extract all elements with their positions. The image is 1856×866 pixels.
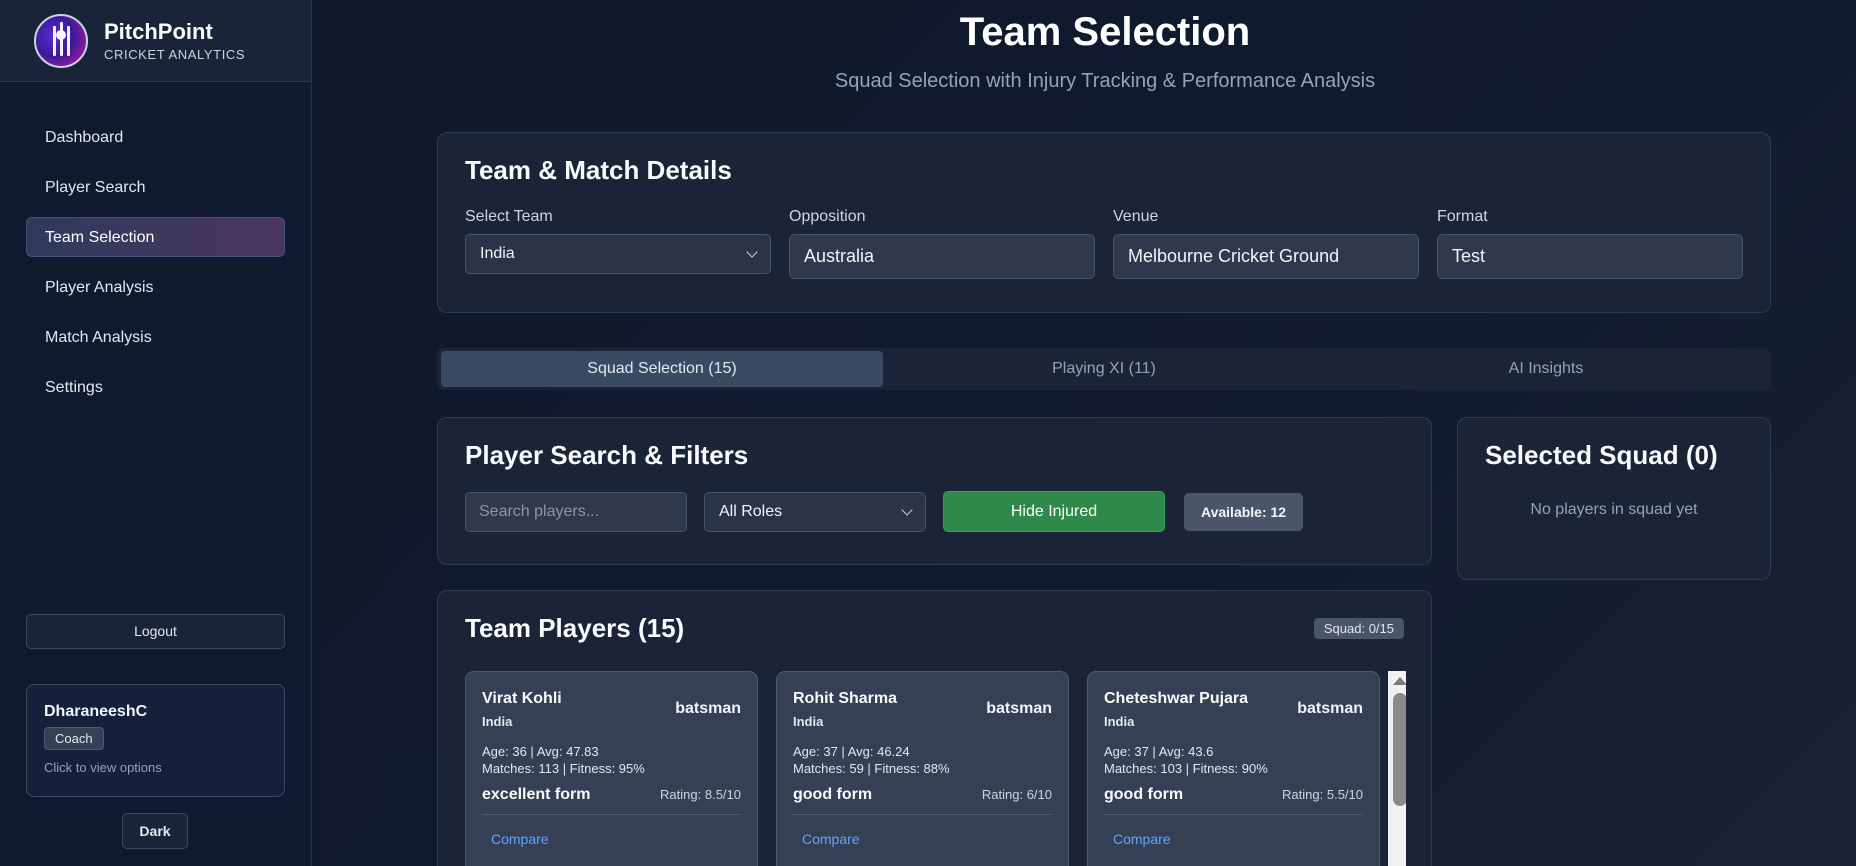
format-input[interactable]: Test bbox=[1437, 234, 1743, 279]
venue-field: Venue Melbourne Cricket Ground bbox=[1113, 208, 1419, 279]
player-form: good form bbox=[793, 786, 873, 803]
format-field: Format Test bbox=[1437, 208, 1743, 279]
cricket-stumps-logo-icon bbox=[34, 13, 88, 68]
sidebar-item-player-search[interactable]: Player Search bbox=[26, 167, 285, 207]
player-team: India bbox=[1104, 714, 1135, 729]
squad-count-badge: Squad: 0/15 bbox=[1313, 618, 1404, 639]
player-stats-age-avg: Age: 36 | Avg: 47.83 bbox=[482, 744, 599, 759]
sidebar-item-dashboard[interactable]: Dashboard bbox=[26, 117, 285, 157]
player-team: India bbox=[793, 714, 824, 729]
user-card[interactable]: DharaneeshC Coach Click to view options bbox=[26, 684, 285, 797]
available-badge: Available: 12 bbox=[1184, 492, 1304, 531]
main-content: Team Selection Squad Selection with Inju… bbox=[313, 0, 1856, 866]
player-stats-age-avg: Age: 37 | Avg: 43.6 bbox=[1104, 744, 1214, 759]
sidebar-nav: Dashboard Player Search Team Selection P… bbox=[26, 117, 285, 417]
team-select[interactable]: India bbox=[465, 234, 771, 274]
compare-link[interactable]: Compare bbox=[482, 831, 741, 847]
role-select-value: All Roles bbox=[719, 502, 783, 520]
player-filters-card: Player Search & Filters All Roles Hide I… bbox=[437, 417, 1432, 565]
player-card[interactable]: Cheteshwar Pujara India batsman Age: 37 … bbox=[1087, 671, 1380, 866]
player-team: India bbox=[482, 714, 513, 729]
player-grid-scrollbar[interactable] bbox=[1388, 671, 1406, 866]
player-role: batsman bbox=[675, 700, 741, 717]
team-select-value: India bbox=[480, 245, 515, 262]
venue-input[interactable]: Melbourne Cricket Ground bbox=[1113, 234, 1419, 279]
role-badge: Coach bbox=[44, 727, 104, 750]
player-stats-age-avg: Age: 37 | Avg: 46.24 bbox=[793, 744, 910, 759]
brand-header[interactable]: PitchPoint CRICKET ANALYTICS bbox=[0, 0, 311, 82]
tab-squad-selection[interactable]: Squad Selection (15) bbox=[441, 351, 883, 387]
selected-squad-card: Selected Squad (0) No players in squad y… bbox=[1457, 417, 1771, 580]
search-input[interactable] bbox=[465, 491, 687, 532]
squad-title: Selected Squad (0) bbox=[1485, 440, 1718, 470]
page-title: Team Selection bbox=[959, 10, 1251, 54]
player-grid: Virat Kohli India batsman Age: 36 | Avg:… bbox=[465, 671, 1406, 866]
role-select[interactable]: All Roles bbox=[704, 491, 926, 532]
player-name: Virat Kohli bbox=[482, 690, 562, 707]
player-rating: Rating: 5.5/10 bbox=[1282, 787, 1363, 802]
user-hint: Click to view options bbox=[44, 760, 162, 775]
venue-label: Venue bbox=[1113, 208, 1159, 225]
player-rating: Rating: 6/10 bbox=[981, 787, 1052, 802]
team-match-details-card: Team & Match Details Select Team India O… bbox=[437, 132, 1771, 313]
player-name: Cheteshwar Pujara bbox=[1104, 690, 1249, 707]
sidebar-item-player-analysis[interactable]: Player Analysis bbox=[26, 267, 285, 307]
player-rating: Rating: 8.5/10 bbox=[660, 787, 741, 802]
opposition-label: Opposition bbox=[789, 208, 866, 225]
scroll-thumb[interactable] bbox=[1393, 693, 1406, 806]
player-card[interactable]: Rohit Sharma India batsman Age: 37 | Avg… bbox=[776, 671, 1069, 866]
players-title: Team Players (15) bbox=[465, 613, 685, 643]
team-field: Select Team India bbox=[465, 208, 771, 279]
player-stats-matches-fitness: Matches: 113 | Fitness: 95% bbox=[482, 761, 645, 776]
scroll-up-arrow-icon[interactable] bbox=[1393, 677, 1406, 685]
player-form: good form bbox=[1104, 786, 1184, 803]
brand-subtitle: CRICKET ANALYTICS bbox=[104, 47, 246, 62]
sidebar-item-match-analysis[interactable]: Match Analysis bbox=[26, 317, 285, 357]
filters-title: Player Search & Filters bbox=[465, 440, 749, 470]
page-subtitle: Squad Selection with Injury Tracking & P… bbox=[834, 70, 1376, 92]
opposition-input[interactable]: Australia bbox=[789, 234, 1095, 279]
compare-link[interactable]: Compare bbox=[1104, 831, 1363, 847]
format-label: Format bbox=[1437, 208, 1488, 225]
hide-injured-button[interactable]: Hide Injured bbox=[943, 491, 1165, 532]
compare-link[interactable]: Compare bbox=[793, 831, 1052, 847]
tab-playing-xi[interactable]: Playing XI (11) bbox=[883, 351, 1325, 387]
sidebar-item-team-selection[interactable]: Team Selection bbox=[26, 217, 285, 257]
player-stats-matches-fitness: Matches: 59 | Fitness: 88% bbox=[793, 761, 950, 776]
player-form: excellent form bbox=[482, 786, 591, 803]
details-title: Team & Match Details bbox=[465, 155, 732, 185]
player-card[interactable]: Virat Kohli India batsman Age: 36 | Avg:… bbox=[465, 671, 758, 866]
squad-empty-message: No players in squad yet bbox=[1530, 501, 1698, 518]
player-stats-matches-fitness: Matches: 103 | Fitness: 90% bbox=[1104, 761, 1268, 776]
sidebar-item-settings[interactable]: Settings bbox=[26, 367, 285, 407]
tab-ai-insights[interactable]: AI Insights bbox=[1325, 351, 1767, 387]
player-name: Rohit Sharma bbox=[793, 690, 898, 707]
player-role: batsman bbox=[1297, 700, 1363, 717]
user-name: DharaneeshC bbox=[44, 703, 148, 720]
brand-name: PitchPoint bbox=[104, 19, 213, 44]
selection-tabs: Squad Selection (15) Playing XI (11) AI … bbox=[437, 348, 1771, 390]
player-role: batsman bbox=[986, 700, 1052, 717]
sidebar: PitchPoint CRICKET ANALYTICS Dashboard P… bbox=[0, 0, 312, 866]
chevron-down-icon bbox=[746, 246, 758, 258]
logout-button[interactable]: Logout bbox=[26, 614, 285, 649]
chevron-down-icon bbox=[901, 503, 913, 516]
team-players-card: Team Players (15) Squad: 0/15 Virat Kohl… bbox=[437, 590, 1432, 866]
team-label: Select Team bbox=[465, 208, 553, 225]
theme-toggle-button[interactable]: Dark bbox=[122, 813, 188, 849]
opposition-field: Opposition Australia bbox=[789, 208, 1095, 279]
